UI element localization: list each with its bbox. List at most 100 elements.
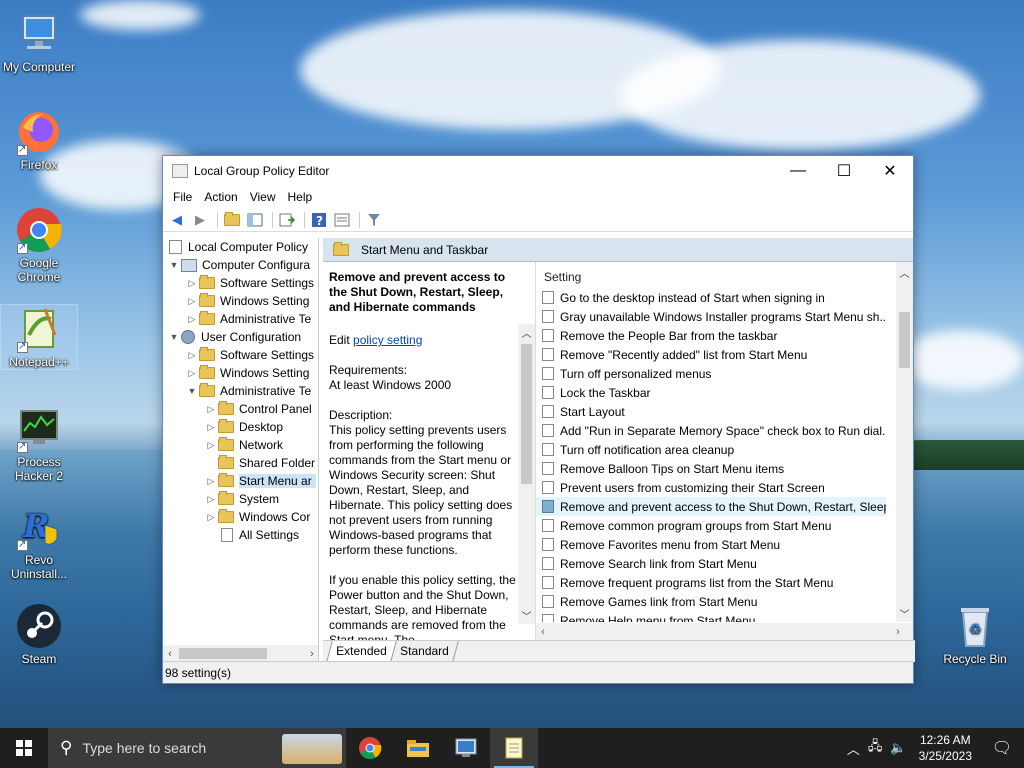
chevron-right-icon[interactable]: ▷	[185, 278, 199, 289]
list-item[interactable]: Remove the People Bar from the taskbar	[536, 326, 886, 345]
menu-help[interactable]: Help	[282, 190, 319, 204]
list-item[interactable]: Add "Run in Separate Memory Space" check…	[536, 421, 886, 440]
tree-item-computer-configuration[interactable]: ▼ Computer Configura	[163, 256, 318, 274]
list-item[interactable]: Remove Help menu from Start Menu	[536, 611, 886, 622]
chevron-right-icon[interactable]: ▷	[204, 440, 218, 451]
list-item[interactable]: Go to the desktop instead of Start when …	[536, 288, 886, 307]
scroll-thumb[interactable]	[179, 648, 267, 659]
list-item[interactable]: Remove Search link from Start Menu	[536, 554, 886, 573]
list-item[interactable]: Turn off notification area cleanup	[536, 440, 886, 459]
menu-action[interactable]: Action	[198, 190, 243, 204]
chevron-right-icon[interactable]: ▷	[185, 296, 199, 307]
tree-item-desktop[interactable]: ▷ Desktop	[163, 418, 318, 436]
tree-item-user-administrative-templates[interactable]: ▼ Administrative Te	[163, 382, 318, 400]
help-icon[interactable]: ?	[309, 210, 329, 230]
taskbar-notepad[interactable]	[490, 728, 538, 768]
description-scrollbar[interactable]: ︿ ﹀	[518, 324, 535, 624]
chevron-down-icon[interactable]: ▼	[167, 260, 181, 270]
tree-item-user-software-settings[interactable]: ▷ Software Settings	[163, 346, 318, 364]
chevron-right-icon[interactable]: ▷	[204, 422, 218, 433]
desktop-icon-firefox[interactable]: Firefox	[1, 108, 77, 172]
settings-vertical-scrollbar[interactable]: ︿ ﹀	[896, 262, 913, 622]
notification-icon[interactable]: 🗨	[980, 728, 1024, 768]
tree-item-local-computer-policy[interactable]: Local Computer Policy	[163, 238, 318, 256]
chevron-right-icon[interactable]: ▷	[204, 494, 218, 505]
settings-horizontal-scrollbar[interactable]: ‹ ›	[536, 623, 913, 640]
list-item[interactable]: Turn off personalized menus	[536, 364, 886, 383]
list-item[interactable]: Remove frequent programs list from the S…	[536, 573, 886, 592]
list-item-selected[interactable]: Remove and prevent access to the Shut Do…	[536, 497, 886, 516]
tree-item-software-settings[interactable]: ▷ Software Settings	[163, 274, 318, 292]
chevron-right-icon[interactable]: ▷	[185, 314, 199, 325]
chevron-right-icon[interactable]: ▷	[204, 404, 218, 415]
scroll-up-icon[interactable]: ︿	[518, 324, 535, 341]
volume-icon[interactable]: 🔈	[886, 740, 910, 756]
start-button[interactable]	[0, 728, 48, 768]
desktop-icon-process-hacker[interactable]: Process Hacker 2	[1, 405, 77, 483]
scroll-left-icon[interactable]: ‹	[163, 648, 177, 660]
chevron-right-icon[interactable]: ▷	[204, 512, 218, 523]
clock[interactable]: 12:26 AM 3/25/2023	[911, 732, 980, 764]
taskbar-chrome[interactable]	[346, 728, 394, 768]
forward-arrow-icon[interactable]: ▶	[190, 210, 210, 230]
show-hide-tree-icon[interactable]	[245, 210, 265, 230]
tree-item-all-settings[interactable]: All Settings	[163, 526, 318, 544]
scroll-right-icon[interactable]: ›	[305, 648, 318, 660]
list-item[interactable]: Remove common program groups from Start …	[536, 516, 886, 535]
tree-item-control-panel[interactable]: ▷ Control Panel	[163, 400, 318, 418]
chevron-down-icon[interactable]: ▼	[185, 386, 199, 396]
tree-item-shared-folders[interactable]: Shared Folder	[163, 454, 318, 472]
chevron-up-icon[interactable]: ︿	[843, 739, 864, 758]
desktop-icon-notepadpp[interactable]: Notepad++	[0, 304, 78, 370]
scroll-up-icon[interactable]: ︿	[896, 264, 913, 281]
back-arrow-icon[interactable]: ◀	[167, 210, 187, 230]
scroll-down-icon[interactable]: ﹀	[518, 607, 535, 624]
list-item[interactable]: Lock the Taskbar	[536, 383, 886, 402]
scroll-thumb[interactable]	[521, 344, 532, 484]
list-item[interactable]: Remove Balloon Tips on Start Menu items	[536, 459, 886, 478]
scroll-left-icon[interactable]: ‹	[536, 626, 550, 638]
list-item[interactable]: Gray unavailable Windows Installer progr…	[536, 307, 886, 326]
filter-icon[interactable]	[364, 210, 384, 230]
properties-icon[interactable]	[332, 210, 352, 230]
chevron-right-icon[interactable]: ▷	[185, 368, 199, 379]
list-item[interactable]: Remove Favorites menu from Start Menu	[536, 535, 886, 554]
taskbar-group-policy[interactable]	[442, 728, 490, 768]
title-bar[interactable]: Local Group Policy Editor — ☐ ✕	[163, 156, 913, 186]
tree-item-user-configuration[interactable]: ▼ User Configuration	[163, 328, 318, 346]
column-header-setting[interactable]: Setting	[536, 262, 913, 288]
close-button[interactable]: ✕	[867, 156, 913, 186]
chevron-right-icon[interactable]: ▷	[185, 350, 199, 361]
tree-item-windows-settings[interactable]: ▷ Windows Setting	[163, 292, 318, 310]
tree-item-start-menu-taskbar[interactable]: ▷ Start Menu ar	[163, 472, 318, 490]
tree-item-system[interactable]: ▷ System	[163, 490, 318, 508]
tree-item-user-windows-settings[interactable]: ▷ Windows Setting	[163, 364, 318, 382]
list-item[interactable]: Remove Games link from Start Menu	[536, 592, 886, 611]
tree-horizontal-scrollbar[interactable]: ‹ ›	[163, 645, 318, 662]
list-item[interactable]: Start Layout	[536, 402, 886, 421]
up-folder-icon[interactable]	[222, 210, 242, 230]
taskbar-file-explorer[interactable]	[394, 728, 442, 768]
minimize-button[interactable]: —	[775, 156, 821, 186]
desktop-icon-recycle-bin[interactable]: ♻ Recycle Bin	[937, 602, 1013, 666]
desktop-icon-chrome[interactable]: Google Chrome	[1, 206, 77, 284]
menu-view[interactable]: View	[244, 190, 282, 204]
taskbar-search-box[interactable]: ⚲ Type here to search	[48, 728, 346, 768]
desktop-icon-revo[interactable]: R Revo Uninstall...	[1, 503, 77, 581]
tab-extended[interactable]: Extended	[326, 641, 397, 662]
scroll-right-icon[interactable]: ›	[883, 626, 913, 638]
menu-file[interactable]: File	[167, 190, 198, 204]
tree-item-administrative-templates[interactable]: ▷ Administrative Te	[163, 310, 318, 328]
list-item[interactable]: Prevent users from customizing their Sta…	[536, 478, 886, 497]
list-item[interactable]: Remove "Recently added" list from Start …	[536, 345, 886, 364]
maximize-button[interactable]: ☐	[821, 156, 867, 186]
group-policy-editor-window[interactable]: Local Group Policy Editor — ☐ ✕ File Act…	[162, 155, 915, 684]
export-list-icon[interactable]	[277, 210, 297, 230]
chevron-right-icon[interactable]: ▷	[204, 476, 218, 487]
scroll-down-icon[interactable]: ﹀	[896, 605, 913, 622]
tree-item-windows-components[interactable]: ▷ Windows Cor	[163, 508, 318, 526]
scroll-thumb[interactable]	[899, 312, 910, 368]
policy-setting-link[interactable]: policy setting	[353, 333, 422, 347]
tab-standard[interactable]: Standard	[389, 641, 459, 662]
desktop-icon-my-computer[interactable]: My Computer	[1, 10, 77, 74]
